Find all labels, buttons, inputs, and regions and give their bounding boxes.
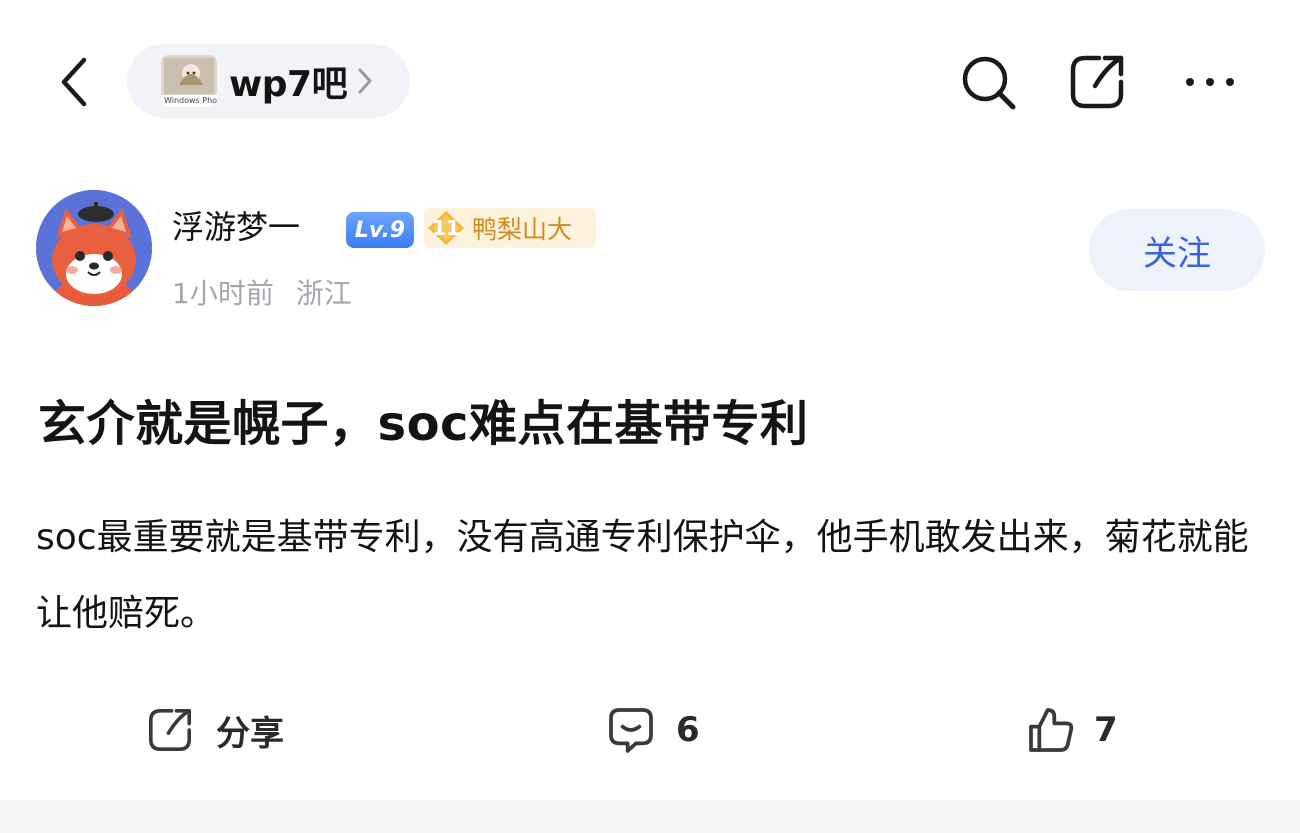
like-action-button[interactable]: 7 [1026, 690, 1118, 770]
search-button[interactable] [956, 50, 1020, 114]
forum-thumbnail: Windows Pho [161, 55, 217, 107]
top-navigation-bar: Windows Pho wp7吧 [0, 0, 1300, 160]
post-meta: 1小时前 浙江 [172, 272, 352, 312]
forum-thumbnail-caption: Windows Pho [164, 96, 217, 105]
more-horizontal-icon [1186, 78, 1234, 86]
action-bar: 分享 6 7 [0, 690, 1300, 770]
forum-name: wp7吧 [229, 64, 348, 105]
share-post-button[interactable] [1065, 50, 1129, 114]
thumbs-up-icon [1029, 708, 1074, 752]
back-button[interactable] [44, 50, 104, 114]
bottom-divider [0, 800, 1300, 833]
share-action-button[interactable]: 分享 [146, 690, 284, 770]
author-section: 浮游梦一 Lv.9 11 鸭梨山大 1小时前 浙江 关注 [36, 190, 1266, 310]
avatar[interactable] [36, 190, 152, 306]
comment-icon [609, 708, 653, 753]
rank-badge: 11 鸭梨山大 [424, 208, 596, 248]
chevron-left-icon [61, 57, 87, 107]
post-body: soc最重要就是基带专利，没有高通专利保护伞，他手机敢发出来，菊花就能让他赔死。 [36, 517, 1249, 634]
follow-button[interactable]: 关注 [1089, 209, 1265, 291]
post-location: 浙江 [295, 277, 352, 310]
rank-title: 鸭梨山大 [472, 215, 573, 244]
forum-entry-button[interactable]: Windows Pho wp7吧 [127, 44, 410, 118]
post-title: 玄介就是幌子，soc难点在基带专利 [38, 396, 809, 452]
rank-gem-icon: 11 [424, 208, 468, 248]
share-icon [1070, 55, 1124, 109]
share-label: 分享 [216, 713, 284, 754]
rank-level: 11 [432, 216, 460, 240]
share-icon [149, 709, 191, 751]
chevron-right-icon [357, 67, 373, 95]
comment-count: 6 [676, 710, 700, 750]
author-name[interactable]: 浮游梦一 [172, 202, 300, 248]
post-time: 1小时前 [172, 277, 274, 310]
like-count: 7 [1094, 710, 1118, 750]
level-badge: Lv.9 [346, 212, 414, 248]
comment-action-button[interactable]: 6 [606, 690, 700, 770]
more-button[interactable] [1178, 50, 1242, 114]
search-icon [962, 56, 1016, 110]
